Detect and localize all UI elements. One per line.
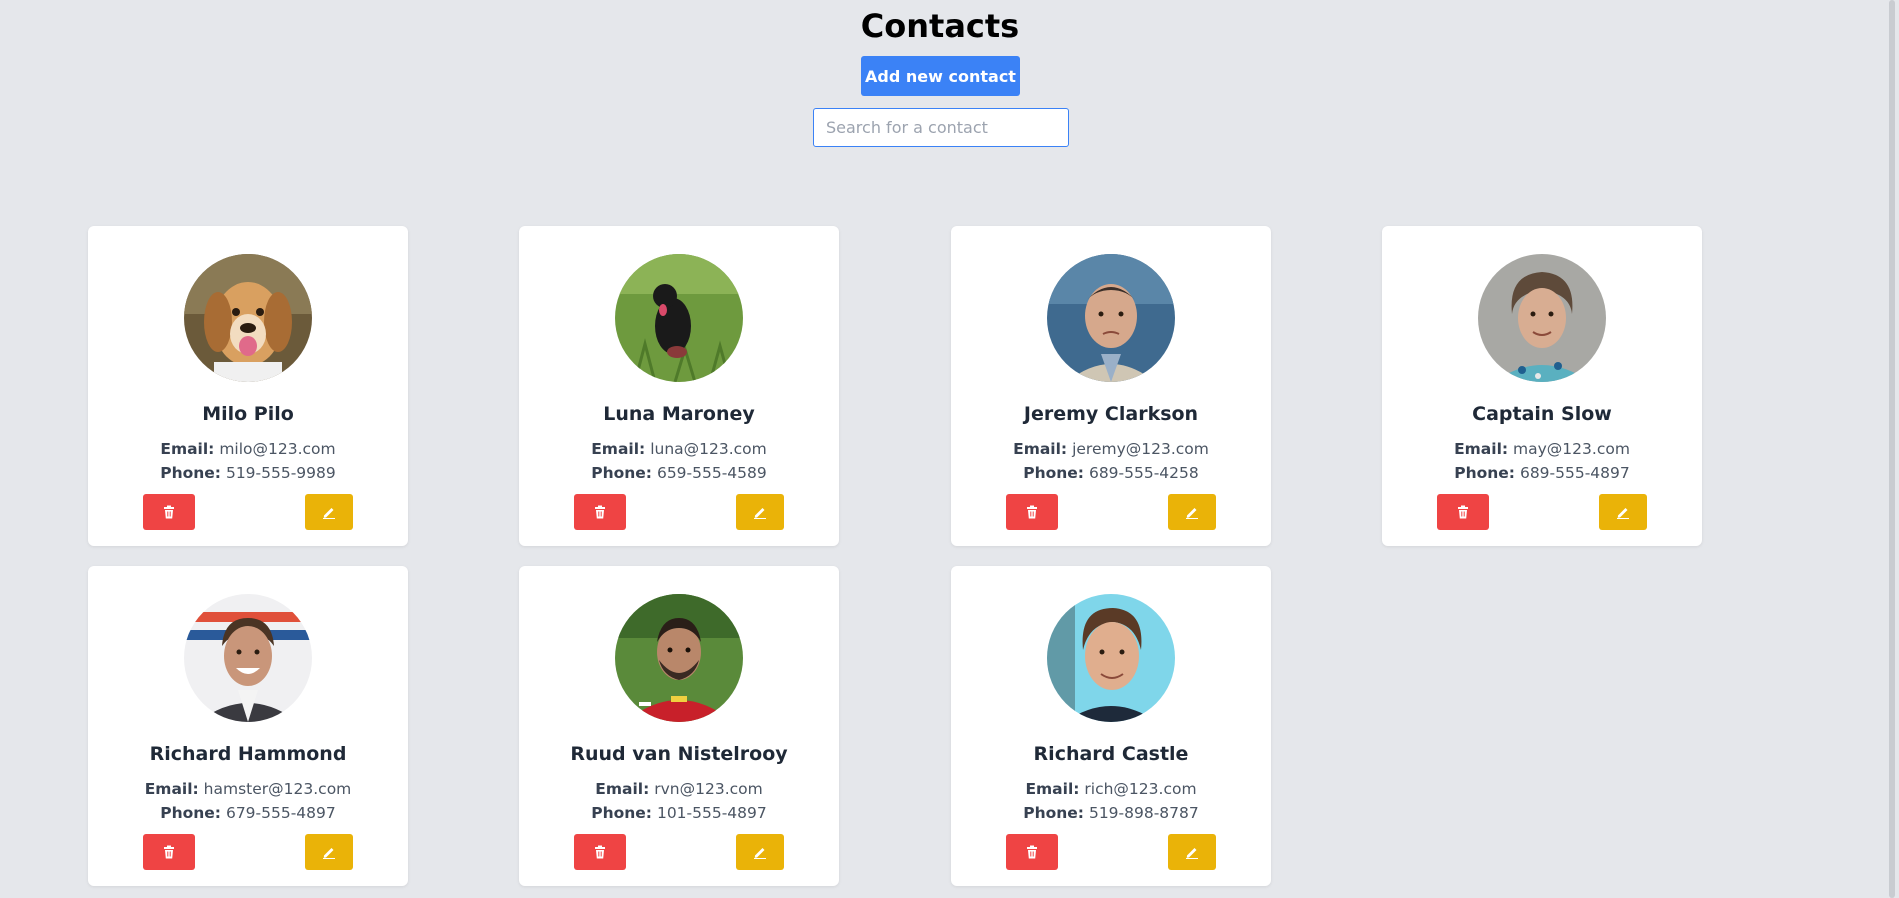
email-label: Email: [1013,440,1068,458]
delete-contact-button[interactable] [574,834,626,870]
contact-avatar [184,254,312,382]
contact-name: Jeremy Clarkson [1023,403,1199,425]
pencil-icon [754,848,766,859]
email-label: Email: [1454,440,1509,458]
email-value: milo@123.com [219,440,336,458]
contact-avatar [1047,594,1175,722]
phone-label: Phone: [1023,804,1085,822]
delete-contact-button[interactable] [143,494,195,530]
email-label: Email: [595,780,650,798]
trash-icon [164,845,174,859]
trash-icon [1458,505,1468,519]
contact-name: Richard Castle [1033,743,1189,765]
contact-avatar [1478,254,1606,382]
contact-phone: Phone: 519-898-8787 [951,804,1271,822]
trash-icon [164,505,174,519]
email-label: Email: [591,440,646,458]
email-value: may@123.com [1513,440,1630,458]
phone-label: Phone: [160,804,222,822]
contact-avatar [615,254,743,382]
delete-contact-button[interactable] [1006,834,1058,870]
phone-value: 689-555-4897 [1519,464,1630,482]
contact-email: Email: may@123.com [1382,440,1702,458]
pencil-icon [1617,508,1629,519]
contact-card: Jeremy Clarkson Email: jeremy@123.com Ph… [951,226,1271,546]
contact-phone: Phone: 519-555-9989 [88,464,408,482]
page-title: Contacts [860,7,1020,45]
contact-phone: Phone: 689-555-4897 [1382,464,1702,482]
pencil-icon [323,848,335,859]
contact-email: Email: rich@123.com [951,780,1271,798]
search-input[interactable] [813,108,1069,147]
phone-value: 659-555-4589 [656,464,767,482]
contact-email: Email: rvn@123.com [519,780,839,798]
contact-avatar [184,594,312,722]
contact-phone: Phone: 679-555-4897 [88,804,408,822]
phone-value: 101-555-4897 [656,804,767,822]
delete-contact-button[interactable] [1006,494,1058,530]
email-label: Email: [144,780,199,798]
contact-email: Email: jeremy@123.com [951,440,1271,458]
contact-name: Milo Pilo [202,403,294,425]
edit-contact-button[interactable] [1599,494,1647,530]
email-value: jeremy@123.com [1072,440,1209,458]
contact-name: Luna Maroney [603,403,755,425]
email-label: Email: [1025,780,1080,798]
email-value: rvn@123.com [654,780,763,798]
edit-contact-button[interactable] [736,494,784,530]
contact-card: Captain Slow Email: may@123.com Phone: 6… [1382,226,1702,546]
delete-contact-button[interactable] [1437,494,1489,530]
email-value: rich@123.com [1084,780,1197,798]
trash-icon [1027,505,1037,519]
phone-label: Phone: [591,804,653,822]
add-contact-button[interactable]: Add new contact [861,56,1020,96]
contact-phone: Phone: 689-555-4258 [951,464,1271,482]
delete-contact-button[interactable] [574,494,626,530]
contact-card: Richard Hammond Email: hamster@123.com P… [88,566,408,886]
email-value: luna@123.com [650,440,767,458]
edit-contact-button[interactable] [1168,494,1216,530]
contact-email: Email: luna@123.com [519,440,839,458]
contact-avatar [615,594,743,722]
edit-contact-button[interactable] [305,494,353,530]
contact-phone: Phone: 101-555-4897 [519,804,839,822]
trash-icon [1027,845,1037,859]
edit-contact-button[interactable] [1168,834,1216,870]
phone-label: Phone: [1023,464,1085,482]
phone-value: 689-555-4258 [1088,464,1199,482]
email-value: hamster@123.com [203,780,352,798]
contact-card: Richard Castle Email: rich@123.com Phone… [951,566,1271,886]
phone-label: Phone: [160,464,222,482]
contact-card: Luna Maroney Email: luna@123.com Phone: … [519,226,839,546]
contact-card: Ruud van Nistelrooy Email: rvn@123.com P… [519,566,839,886]
phone-label: Phone: [1454,464,1516,482]
email-label: Email: [160,440,215,458]
delete-contact-button[interactable] [143,834,195,870]
contact-phone: Phone: 659-555-4589 [519,464,839,482]
pencil-icon [754,508,766,519]
contact-name: Ruud van Nistelrooy [570,743,788,765]
phone-value: 519-555-9989 [225,464,336,482]
contact-email: Email: milo@123.com [88,440,408,458]
trash-icon [595,845,605,859]
pencil-icon [323,508,335,519]
contact-name: Richard Hammond [149,743,347,765]
edit-contact-button[interactable] [736,834,784,870]
phone-value: 679-555-4897 [225,804,336,822]
contact-email: Email: hamster@123.com [88,780,408,798]
scrollbar-thumb[interactable] [1889,0,1895,898]
pencil-icon [1186,508,1198,519]
edit-contact-button[interactable] [305,834,353,870]
contact-name: Captain Slow [1472,403,1612,425]
contact-avatar [1047,254,1175,382]
trash-icon [595,505,605,519]
phone-value: 519-898-8787 [1088,804,1199,822]
pencil-icon [1186,848,1198,859]
phone-label: Phone: [591,464,653,482]
vertical-scrollbar[interactable] [1886,0,1899,898]
contacts-page: Contacts Add new contact Milo Pilo Email… [0,0,1899,898]
contact-card: Milo Pilo Email: milo@123.com Phone: 519… [88,226,408,546]
